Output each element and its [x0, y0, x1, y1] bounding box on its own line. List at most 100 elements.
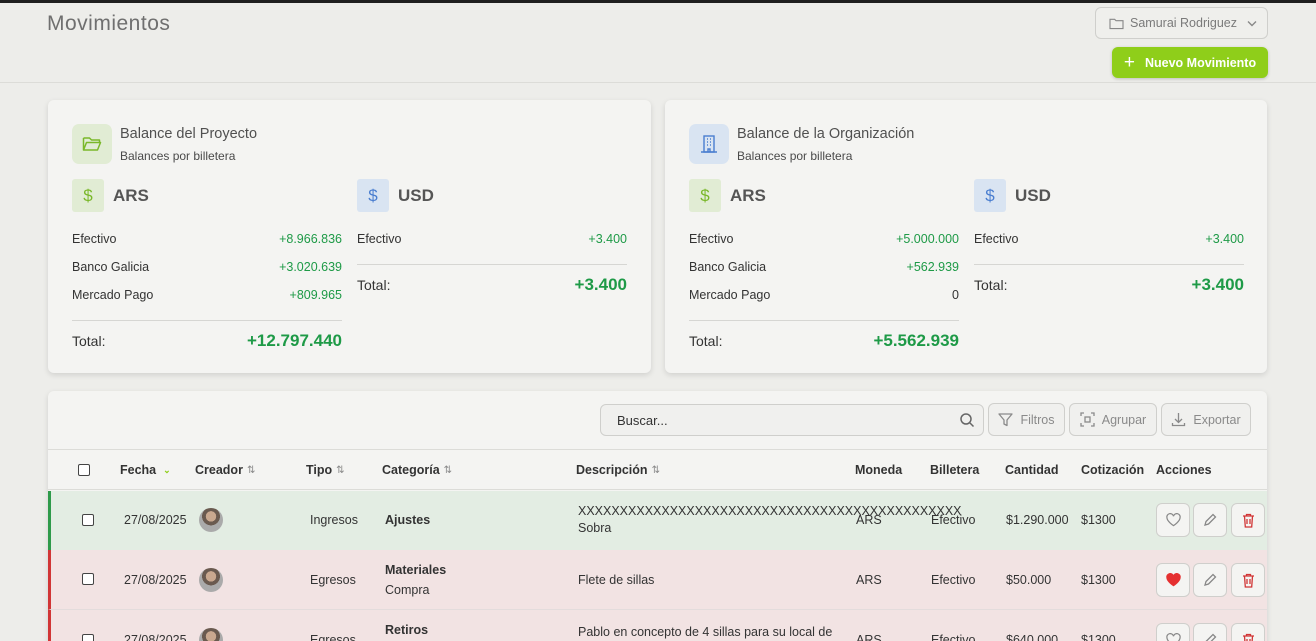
table-row[interactable]: 27/08/2025 Egresos Retiros Pablo en conc…: [48, 610, 1267, 641]
select-all-checkbox[interactable]: [78, 464, 90, 476]
window-top-bar: [0, 0, 1316, 3]
column-label: Tipo: [306, 463, 333, 477]
dollar-icon: $: [357, 179, 389, 212]
column-label: Categoría: [382, 463, 440, 477]
search-input[interactable]: Buscar...: [600, 404, 984, 436]
cell-descripcion: Flete de sillas: [578, 573, 655, 587]
folder-open-icon: [72, 124, 112, 164]
total-value: +12.797.440: [246, 331, 342, 350]
project-selector[interactable]: Samurai Rodriguez: [1095, 7, 1268, 39]
edit-button[interactable]: [1193, 503, 1227, 537]
table-row[interactable]: 27/08/2025 Ingresos Ajustes XXXXXXXXXXXX…: [48, 491, 1267, 551]
column-tipo[interactable]: Tipo ⇅: [306, 463, 345, 477]
column-fecha[interactable]: Fecha ⌄: [120, 463, 171, 477]
currency-code: ARS: [113, 185, 149, 205]
cell-descripcion: XXXXXXXXXXXXXXXXXXXXXXXXXXXXXXXXXXXXXXXX…: [578, 504, 962, 518]
chevron-down-icon: [1247, 20, 1257, 26]
column-moneda[interactable]: Moneda: [855, 463, 902, 477]
trash-icon: [1242, 573, 1254, 588]
wallet-label: Efectivo: [689, 232, 734, 246]
header-divider: [0, 82, 1316, 83]
column-label: Moneda: [855, 463, 903, 477]
column-creador[interactable]: Creador ⇅: [195, 463, 255, 477]
table-header: Fecha ⌄ Creador ⇅ Tipo ⇅ Categoría ⇅ Descrip…: [48, 449, 1267, 490]
wallet-row: Efectivo +3.400: [357, 225, 627, 253]
column-label: Acciones: [1156, 463, 1212, 477]
currency-code: USD: [398, 185, 434, 205]
search-placeholder: Buscar...: [617, 412, 668, 428]
table-row[interactable]: 27/08/2025 Egresos Materiales Compra Fle…: [48, 550, 1267, 610]
total-label: Total:: [689, 333, 723, 349]
export-button[interactable]: Exportar: [1161, 403, 1251, 436]
delete-button[interactable]: [1231, 503, 1265, 537]
sort-icon: ⇅: [651, 464, 660, 476]
delete-button[interactable]: [1231, 563, 1265, 597]
folder-icon: [1109, 18, 1124, 29]
trash-icon: [1242, 513, 1254, 528]
group-button[interactable]: Agrupar: [1069, 403, 1157, 436]
building-icon: [689, 124, 729, 164]
trash-icon: [1242, 633, 1254, 641]
cell-moneda: ARS: [856, 513, 882, 527]
group-icon: [1080, 412, 1095, 427]
cell-cotizacion: $1300: [1081, 513, 1116, 527]
column-cantidad[interactable]: Cantidad: [1005, 463, 1058, 477]
favorite-button[interactable]: [1156, 623, 1190, 641]
dollar-icon: $: [72, 179, 104, 212]
group-label: Agrupar: [1101, 412, 1147, 427]
movements-table-card: Buscar... Filtros Agrupar Exportar Fecha…: [48, 391, 1267, 641]
new-movement-button[interactable]: + Nuevo Movimiento: [1112, 47, 1268, 78]
total-value: +3.400: [1191, 275, 1244, 294]
ars-balance: $ ARS Efectivo +8.966.836 Banco Galicia +3…: [72, 179, 342, 361]
total-value: +3.400: [574, 275, 627, 294]
cell-moneda: ARS: [856, 633, 882, 641]
favorite-button[interactable]: [1156, 503, 1190, 537]
edit-button[interactable]: [1193, 563, 1227, 597]
wallet-row: Efectivo +5.000.000: [689, 225, 959, 253]
card-subtitle: Balances por billetera: [120, 149, 236, 163]
avatar: [199, 628, 223, 641]
heart-outline-icon: [1165, 513, 1181, 527]
cell-cotizacion: $1300: [1081, 633, 1116, 641]
usd-balance: $ USD Efectivo +3.400 Total: +3.400: [357, 179, 627, 305]
row-checkbox[interactable]: [82, 573, 94, 585]
column-descripcion[interactable]: Descripción ⇅: [576, 463, 660, 477]
cell-fecha: 27/08/2025: [124, 633, 187, 641]
sort-icon: ⇅: [246, 464, 256, 476]
wallet-value: +809.965: [289, 288, 342, 302]
card-title: Balance del Proyecto: [120, 126, 258, 142]
column-billetera[interactable]: Billetera: [930, 463, 979, 477]
project-balance-card: Balance del Proyecto Balances por billet…: [48, 100, 651, 373]
total-label: Total:: [72, 333, 106, 349]
wallet-value: +8.966.836: [279, 232, 342, 246]
row-checkbox[interactable]: [82, 634, 94, 641]
cell-moneda: ARS: [856, 573, 882, 587]
usd-balance: $ USD Efectivo +3.400 Total: +3.400: [974, 179, 1244, 305]
column-categoria[interactable]: Categoría ⇅: [382, 463, 452, 477]
sort-desc-icon: ⌄: [163, 464, 171, 475]
total-label: Total:: [357, 277, 391, 293]
ars-balance: $ ARS Efectivo +5.000.000 Banco Galicia +5…: [689, 179, 959, 361]
filter-icon: [998, 412, 1014, 426]
wallet-row: Mercado Pago +809.965: [72, 281, 342, 309]
export-label: Exportar: [1193, 412, 1241, 427]
filters-label: Filtros: [1020, 412, 1055, 427]
dollar-icon: $: [689, 179, 721, 212]
pencil-icon: [1204, 573, 1217, 586]
column-cotizacion[interactable]: Cotización: [1081, 463, 1144, 477]
filters-button[interactable]: Filtros: [988, 403, 1065, 436]
sort-icon: ⇅: [443, 464, 453, 476]
pencil-icon: [1205, 633, 1217, 641]
plus-icon: +: [1123, 52, 1135, 73]
avatar: [199, 568, 223, 592]
row-checkbox[interactable]: [82, 514, 94, 526]
wallet-label: Efectivo: [72, 232, 117, 246]
delete-button[interactable]: [1231, 623, 1265, 641]
card-subtitle: Balances por billetera: [737, 149, 853, 163]
wallet-row: Efectivo +8.966.836: [72, 225, 342, 253]
cell-fecha: 27/08/2025: [124, 573, 187, 587]
favorite-button[interactable]: [1156, 563, 1190, 597]
download-icon: [1172, 413, 1186, 427]
wallet-row: Mercado Pago 0: [689, 281, 959, 309]
edit-button[interactable]: [1193, 623, 1227, 641]
